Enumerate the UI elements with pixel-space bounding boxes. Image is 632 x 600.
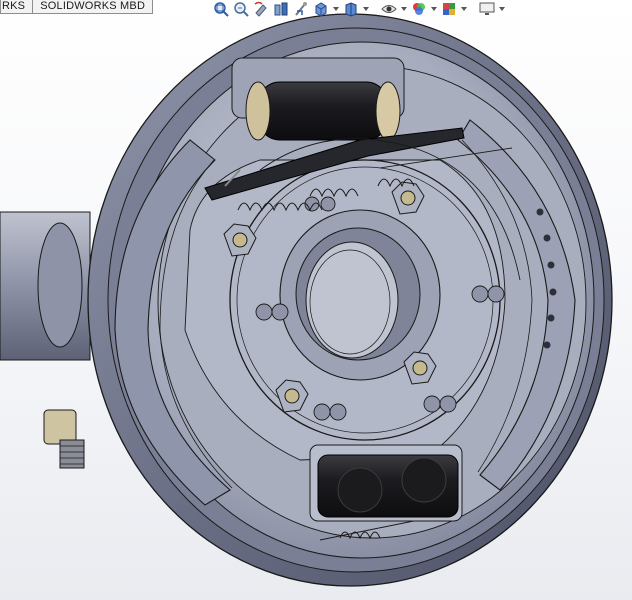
chevron-down-icon[interactable] [400,1,408,17]
view-settings-icon[interactable] [478,1,496,17]
chevron-down-icon[interactable] [362,1,370,17]
drum-brake-model[interactable] [0,0,632,600]
edit-appearance-icon[interactable] [410,1,428,17]
view-orientation-icon[interactable] [312,1,330,17]
chevron-down-icon[interactable] [332,1,340,17]
zoom-to-fit-icon[interactable] [212,1,230,17]
tab-solidworks-mbd[interactable]: SOLIDWORKS MBD [33,0,154,14]
apply-scene-icon[interactable] [440,1,458,17]
command-manager-tabs: RKS SOLIDWORKS MBD [0,0,154,14]
previous-view-icon[interactable] [252,1,270,17]
axle-housing [0,211,91,361]
dynamic-annotation-views-icon[interactable] [292,1,310,17]
display-style-icon[interactable] [342,1,360,17]
graphics-area[interactable]: RKS SOLIDWORKS MBD [0,0,632,600]
hide-show-items-icon[interactable] [380,1,398,17]
chevron-down-icon[interactable] [498,1,506,17]
zoom-to-area-icon[interactable] [232,1,250,17]
wheel-cylinder [231,57,405,141]
chevron-down-icon[interactable] [430,1,438,17]
anchor-block [309,444,463,522]
heads-up-view-toolbar [212,0,506,17]
section-view-icon[interactable] [272,1,290,17]
chevron-down-icon[interactable] [460,1,468,17]
tab-partial[interactable]: RKS [0,0,34,14]
bleeder-screw [43,409,85,469]
